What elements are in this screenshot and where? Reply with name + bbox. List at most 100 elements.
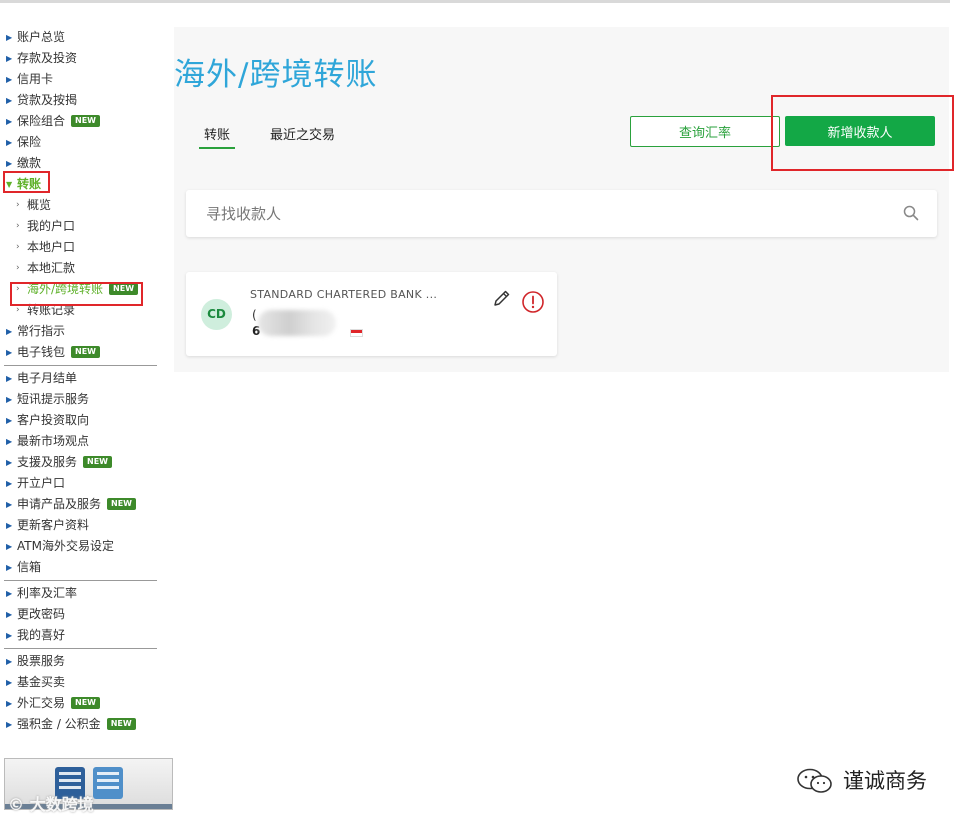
- chevron-right-icon: ▶: [6, 416, 13, 425]
- sidebar-item-label: 强积金 / 公积金: [17, 717, 101, 731]
- chevron-right-icon: ▶: [6, 479, 13, 488]
- chevron-down-icon: ▼: [6, 180, 13, 189]
- sidebar-item-label: 我的户口: [27, 219, 76, 233]
- sidebar-item-mailbox[interactable]: ▶ 信箱: [0, 557, 160, 578]
- sidebar-item-fx[interactable]: ▶ 外汇交易 NEW: [0, 693, 160, 714]
- sidebar-item-market-views[interactable]: ▶ 最新市场观点: [0, 431, 160, 452]
- sidebar-subitem-transfer-history[interactable]: › 转账记录: [0, 300, 160, 321]
- payee-search-box: [186, 190, 937, 237]
- sidebar-item-preferences[interactable]: ▶ 我的喜好: [0, 625, 160, 646]
- sidebar-item-label: 海外/跨境转账: [27, 282, 104, 296]
- sidebar-nav: ▶ 账户总览 ▶ 存款及投资 ▶ 信用卡 ▶ 贷款及按揭 ▶ 保险组合 NEW ▶ 保险 ▶ 缴…: [0, 27, 160, 735]
- chevron-right-icon: ▶: [6, 437, 13, 446]
- sidebar-item-label: 最新市场观点: [17, 434, 90, 448]
- chevron-right-icon: ›: [16, 200, 20, 210]
- sidebar-item-label: 更新客户资料: [17, 518, 90, 532]
- sidebar-item-e-statement[interactable]: ▶ 电子月结单: [0, 368, 160, 389]
- sidebar-item-open-account[interactable]: ▶ 开立户口: [0, 473, 160, 494]
- sidebar-item-label: 转账记录: [27, 303, 76, 317]
- chevron-right-icon: ▶: [6, 33, 13, 42]
- add-payee-button[interactable]: 新增收款人: [785, 116, 935, 146]
- sidebar-item-insurance-portfolio[interactable]: ▶ 保险组合 NEW: [0, 111, 160, 132]
- sidebar-item-update-profile[interactable]: ▶ 更新客户资料: [0, 515, 160, 536]
- sidebar-item-payments[interactable]: ▶ 缴款: [0, 153, 160, 174]
- sidebar-item-credit-card[interactable]: ▶ 信用卡: [0, 69, 160, 90]
- sidebar-item-label: 申请产品及服务: [17, 497, 102, 511]
- new-badge: NEW: [107, 498, 136, 510]
- sidebar-item-investment-profile[interactable]: ▶ 客户投资取向: [0, 410, 160, 431]
- sidebar-item-atm-overseas[interactable]: ▶ ATM海外交易设定: [0, 536, 160, 557]
- sidebar-subitem-overseas-transfer[interactable]: › 海外/跨境转账 NEW: [0, 279, 160, 300]
- sidebar-item-mpf[interactable]: ▶ 强积金 / 公积金 NEW: [0, 714, 160, 735]
- top-border: [0, 0, 950, 3]
- sidebar-subitem-local-accounts[interactable]: › 本地户口: [0, 237, 160, 258]
- sidebar-item-change-password[interactable]: ▶ 更改密码: [0, 604, 160, 625]
- sidebar-item-label: 常行指示: [17, 324, 66, 338]
- sidebar-item-label: 电子钱包: [17, 345, 66, 359]
- sidebar-divider: [4, 648, 157, 649]
- sidebar-item-label: 账户总览: [17, 30, 66, 44]
- chevron-right-icon: ›: [16, 221, 20, 231]
- sidebar-item-label: 概览: [27, 198, 52, 212]
- sidebar-item-standing-instructions[interactable]: ▶ 常行指示: [0, 321, 160, 342]
- search-input[interactable]: [206, 202, 886, 226]
- sidebar-item-label: 保险: [17, 135, 42, 149]
- sidebar-item-account-overview[interactable]: ▶ 账户总览: [0, 27, 160, 48]
- chevron-right-icon: ▶: [6, 374, 13, 383]
- chevron-right-icon: ›: [16, 263, 20, 273]
- sidebar-item-loans[interactable]: ▶ 贷款及按揭: [0, 90, 160, 111]
- redaction-blur: [258, 310, 336, 336]
- chevron-right-icon: ›: [16, 284, 20, 294]
- chevron-right-icon: ▶: [6, 327, 13, 336]
- sidebar-item-deposits[interactable]: ▶ 存款及投资: [0, 48, 160, 69]
- chevron-right-icon: ▶: [6, 54, 13, 63]
- sidebar-item-label: 电子月结单: [17, 371, 78, 385]
- sidebar-item-rates[interactable]: ▶ 利率及汇率: [0, 583, 160, 604]
- sidebar-item-label: 信用卡: [17, 72, 54, 86]
- payee-name-line: (: [252, 308, 257, 322]
- chevron-right-icon: ▶: [6, 458, 13, 467]
- sidebar-item-e-wallet[interactable]: ▶ 电子钱包 NEW: [0, 342, 160, 363]
- chevron-right-icon: ▶: [6, 159, 13, 168]
- chevron-right-icon: ▶: [6, 500, 13, 509]
- search-icon[interactable]: [903, 205, 919, 221]
- sidebar-subitem-overview[interactable]: › 概览: [0, 195, 160, 216]
- sidebar-item-label: 存款及投资: [17, 51, 78, 65]
- sidebar-item-label: 本地户口: [27, 240, 76, 254]
- chevron-right-icon: ▶: [6, 96, 13, 105]
- sidebar-item-transfer[interactable]: ▼ 转账: [0, 174, 160, 195]
- sidebar-item-insurance[interactable]: ▶ 保险: [0, 132, 160, 153]
- chevron-right-icon: ▶: [6, 348, 13, 357]
- main-panel: 海外/跨境转账 转账 最近之交易 查询汇率 新增收款人 CD STANDARD …: [174, 27, 954, 372]
- alert-icon[interactable]: [521, 290, 545, 314]
- query-exchange-rate-button[interactable]: 查询汇率: [630, 116, 780, 147]
- new-badge: NEW: [109, 283, 139, 295]
- new-badge: NEW: [83, 456, 112, 468]
- page-title: 海外/跨境转账: [174, 57, 378, 93]
- sidebar-item-support[interactable]: ▶ 支援及服务 NEW: [0, 452, 160, 473]
- sidebar-item-label: 开立户口: [17, 476, 66, 490]
- sidebar-item-label: 信箱: [17, 560, 42, 574]
- tab-recent-transactions[interactable]: 最近之交易: [270, 124, 335, 143]
- new-badge: NEW: [71, 346, 100, 358]
- sidebar-item-apply-products[interactable]: ▶ 申请产品及服务 NEW: [0, 494, 160, 515]
- sidebar-item-stocks[interactable]: ▶ 股票服务: [0, 651, 160, 672]
- wechat-icon: [797, 768, 832, 793]
- new-badge: NEW: [71, 115, 100, 127]
- pencil-edit-icon[interactable]: [492, 288, 512, 308]
- tab-label: 转账: [204, 128, 231, 143]
- sidebar-item-funds[interactable]: ▶ 基金买卖: [0, 672, 160, 693]
- tab-transfer[interactable]: 转账: [199, 124, 235, 149]
- watermark-right-text: 谨诚商务: [843, 769, 927, 793]
- chevron-right-icon: ▶: [6, 678, 13, 687]
- chevron-right-icon: ›: [16, 305, 20, 315]
- sidebar-item-sms-alerts[interactable]: ▶ 短讯提示服务: [0, 389, 160, 410]
- sidebar-subitem-my-accounts[interactable]: › 我的户口: [0, 216, 160, 237]
- chevron-right-icon: ▶: [6, 117, 13, 126]
- sidebar-divider: [4, 365, 157, 366]
- payee-card[interactable]: CD STANDARD CHARTERED BANK ... ( 6: [186, 272, 557, 356]
- sidebar-item-label: 缴款: [17, 156, 42, 170]
- chevron-right-icon: ▶: [6, 657, 13, 666]
- chevron-right-icon: ▶: [6, 138, 13, 147]
- sidebar-subitem-local-remittance[interactable]: › 本地汇款: [0, 258, 160, 279]
